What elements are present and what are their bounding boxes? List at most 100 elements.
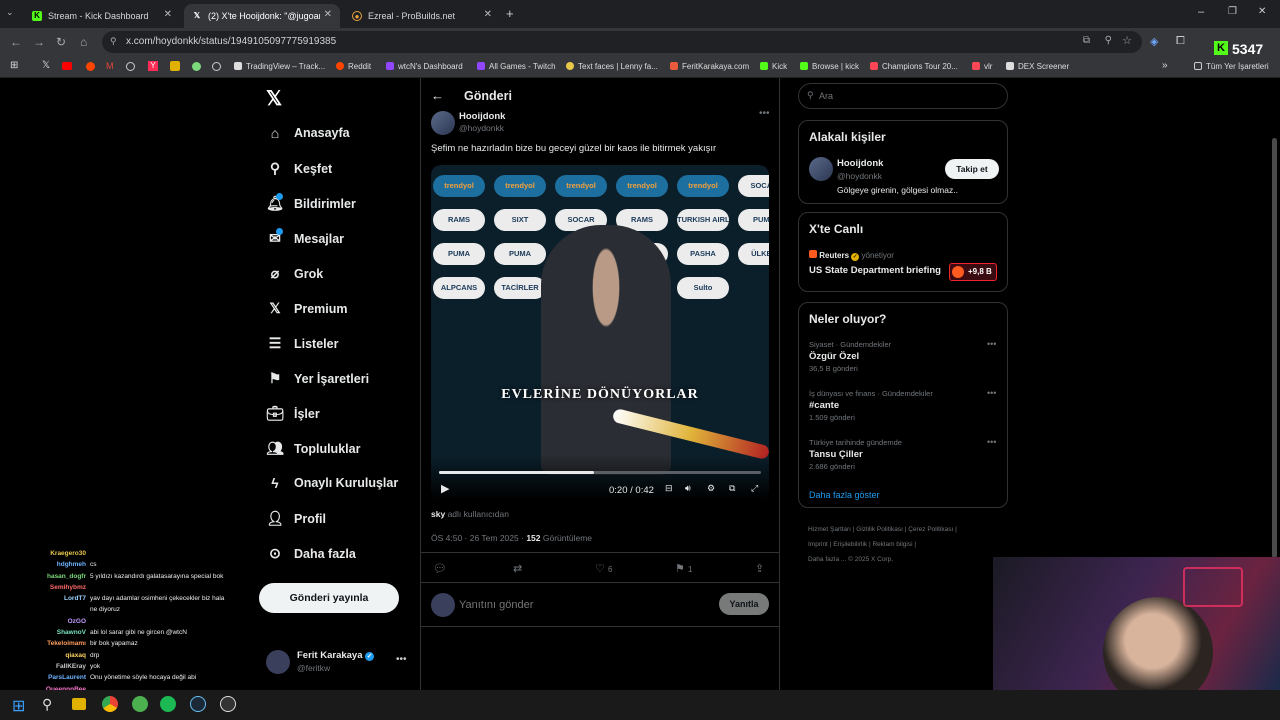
pip-icon[interactable]: ⧉	[729, 483, 735, 494]
author-name[interactable]: Hooijdonk	[459, 111, 505, 122]
footer-ads-info[interactable]: Reklam bilgisi	[872, 541, 912, 548]
nav-jobs[interactable]: 💼︎ İşler	[266, 405, 320, 422]
video-player[interactable]: trendyol trendyol trendyol trendyol trendyol…	[431, 165, 769, 500]
reply-input[interactable]	[459, 595, 709, 615]
nav-explore[interactable]: ⚲ Keşfet	[266, 160, 332, 177]
live-listener-badge[interactable]: +9,8 B	[949, 263, 997, 281]
account-more-icon[interactable]: •••	[396, 654, 407, 665]
show-more-link[interactable]: Daha fazla göster	[809, 490, 880, 500]
nav-grok[interactable]: ⌀ Grok	[266, 265, 323, 282]
apps-icon[interactable]: ⊞	[10, 60, 18, 71]
volume-icon[interactable]: 🔊︎	[685, 483, 691, 494]
forward-icon[interactable]: →	[33, 35, 45, 49]
author-avatar[interactable]	[431, 111, 455, 135]
bookmark-vlr[interactable]: vlr	[972, 62, 992, 71]
nav-bookmarks[interactable]: ⚑ Yer İşaretleri	[266, 370, 369, 387]
chrome-icon[interactable]	[102, 696, 118, 712]
tab-probuilds[interactable]: ● Ezreal - ProBuilds.net ✕	[344, 4, 500, 28]
footer-cookies[interactable]: Çerez Politikası	[908, 526, 953, 533]
back-arrow-icon[interactable]: ←	[431, 88, 444, 103]
nav-lists[interactable]: ☰ Listeler	[266, 335, 339, 352]
minimize-icon[interactable]: –	[1198, 6, 1204, 18]
install-icon[interactable]: ⧉	[1083, 35, 1090, 46]
related-handle[interactable]: @hoydonkk	[837, 171, 882, 181]
bookmark-tradingview[interactable]: TradingView – Track...	[234, 62, 325, 71]
back-icon[interactable]: ←	[10, 35, 22, 49]
restore-icon[interactable]: ❐	[1228, 6, 1237, 17]
site-icon[interactable]	[126, 62, 135, 71]
trend-item[interactable]: Siyaset · Gündemdekiler Özgür Özel 36,5 …	[809, 340, 891, 373]
bookmark-dex-screener[interactable]: DEX Screener	[1006, 62, 1069, 71]
footer-more[interactable]: Daha fazla ...	[808, 556, 846, 563]
follow-button[interactable]: Takip et	[945, 159, 999, 179]
account-switcher[interactable]: Ferit Karakaya ✓	[297, 650, 375, 661]
trend-more-icon[interactable]: •••	[987, 388, 996, 398]
bookmark-champions-tour[interactable]: Champions Tour 20...	[870, 62, 958, 71]
address-bar[interactable]: ⚲ x.com/hoydonkk/status/1949105097775919…	[102, 31, 1142, 53]
windows-start-icon[interactable]: ⊞	[12, 696, 25, 716]
related-avatar[interactable]	[809, 157, 833, 181]
share-icon[interactable]: ⇪	[755, 562, 764, 575]
x-logo-icon[interactable]: 𝕏	[266, 86, 282, 111]
account-avatar[interactable]	[266, 650, 290, 674]
gmail-icon[interactable]: M	[106, 61, 114, 71]
bookmark-lenny-faces[interactable]: Text faces | Lenny fa...	[566, 62, 658, 71]
app-icon[interactable]	[132, 696, 148, 712]
youtube-icon[interactable]	[62, 62, 72, 70]
nav-premium[interactable]: 𝕏 Premium	[266, 300, 347, 317]
tab-x-post[interactable]: 𝕏 (2) X'te Hooijdonk: "@jugoarda ✕	[184, 4, 340, 28]
settings-gear-icon[interactable]: ⚙	[707, 483, 715, 494]
more-bookmarks-icon[interactable]: »	[1162, 60, 1168, 71]
close-tab-icon[interactable]: ✕	[164, 9, 172, 20]
bookmark-reddit[interactable]: Reddit	[336, 62, 371, 71]
like-button[interactable]: ♡ 6	[595, 562, 612, 575]
tab-kick-dashboard[interactable]: K Stream - Kick Dashboard ✕	[24, 4, 180, 28]
zoom-icon[interactable]: ⚲	[1105, 35, 1112, 46]
bookmark-star-icon[interactable]: ☆	[1122, 34, 1132, 47]
trend-item[interactable]: İş dünyası ve finans · Gündemdekiler #ca…	[809, 389, 933, 422]
all-bookmarks-folder[interactable]: Tüm Yer İşaretleri	[1194, 62, 1269, 71]
reddit-icon[interactable]	[86, 62, 95, 71]
site-info-icon[interactable]: ⚲	[110, 36, 117, 47]
search-box[interactable]: ⚲	[798, 83, 1008, 109]
live-source-row[interactable]: Reuters ✓ yönetiyor	[809, 250, 894, 261]
footer-imprint[interactable]: Imprint	[808, 541, 828, 548]
trend-item[interactable]: Türkiye tarihinde gündemde Tansu Çiller …	[809, 438, 902, 471]
reload-icon[interactable]: ↻	[56, 35, 66, 49]
trend-more-icon[interactable]: •••	[987, 437, 996, 447]
video-scrubber[interactable]	[439, 471, 761, 474]
tab-search-icon[interactable]: ⌄	[6, 7, 14, 18]
bookmark-browse-kick[interactable]: Browse | kick	[800, 62, 859, 71]
trend-more-icon[interactable]: •••	[987, 339, 996, 349]
attribution-user[interactable]: sky	[431, 509, 445, 519]
related-name[interactable]: Hooijdonk	[837, 158, 883, 169]
play-icon[interactable]: ▶	[441, 482, 449, 495]
post-timestamp[interactable]: ÖS 4:50 · 26 Tem 2025 ·	[431, 533, 524, 543]
site-icon[interactable]	[192, 62, 201, 71]
search-input[interactable]	[819, 88, 999, 104]
fullscreen-icon[interactable]: ⤢	[751, 483, 758, 494]
nav-more[interactable]: ⊙ Daha fazla	[266, 545, 356, 562]
extension-icon[interactable]: ◈	[1150, 35, 1158, 48]
repost-icon[interactable]: ⇄	[513, 562, 522, 575]
bookmark-twitch-games[interactable]: All Games - Twitch	[477, 62, 556, 71]
x-bookmark-icon[interactable]: 𝕏	[42, 60, 50, 71]
spotify-icon[interactable]	[160, 696, 176, 712]
footer-terms[interactable]: Hizmet Şartları	[808, 526, 851, 533]
footer-accessibility[interactable]: Erişilebilirlik	[833, 541, 867, 548]
nav-communities[interactable]: 👥︎ Topluluklar	[266, 440, 360, 457]
close-tab-icon[interactable]: ✕	[324, 9, 332, 20]
reply-button[interactable]: Yanıtla	[719, 593, 769, 615]
new-tab-icon[interactable]: +	[506, 6, 514, 21]
file-explorer-icon[interactable]	[72, 698, 86, 710]
search-icon[interactable]: ⚲	[42, 696, 52, 713]
nav-home[interactable]: ⌂ Anasayfa	[266, 125, 350, 141]
home-icon[interactable]: ⌂	[80, 35, 87, 49]
app-icon[interactable]	[220, 696, 236, 712]
post-button[interactable]: Gönderi yayınla	[259, 583, 399, 613]
page-scrollbar[interactable]	[1272, 138, 1277, 558]
author-handle[interactable]: @hoydonkk	[459, 123, 504, 133]
bookmark-feritkarakaya[interactable]: FeritKarakaya.com	[670, 62, 749, 71]
extensions-icon[interactable]: ⧠	[1176, 35, 1185, 48]
bookmark-kick[interactable]: Kick	[760, 62, 787, 71]
